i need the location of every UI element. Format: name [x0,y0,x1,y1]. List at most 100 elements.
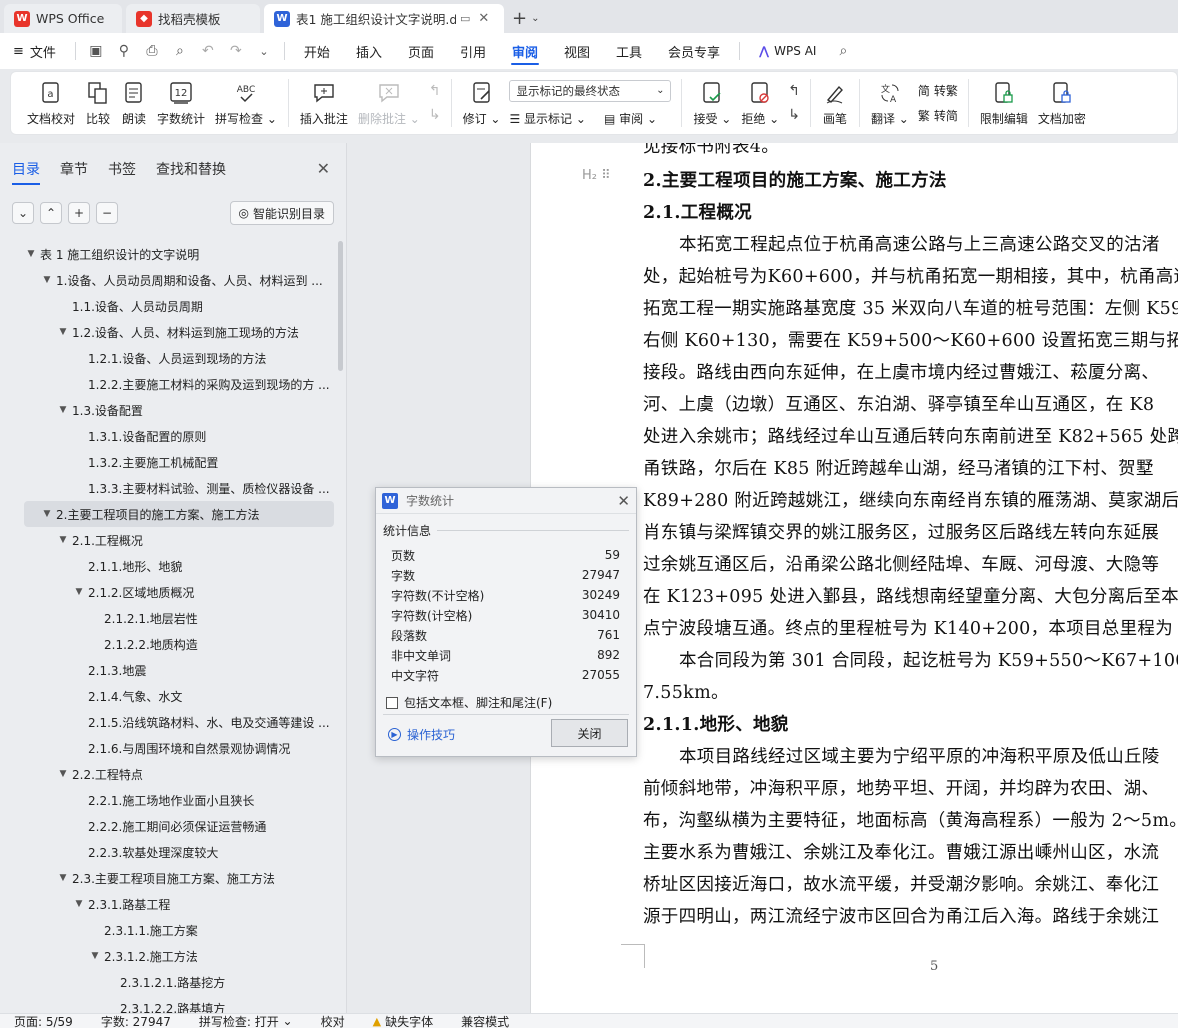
menu-insert[interactable]: 插入 [343,33,395,69]
close-icon[interactable]: ✕ [617,492,630,510]
spell-check-status[interactable]: 拼写检查: 打开 ⌄ [185,1013,307,1028]
tab-document[interactable]: W 表1 施工组织设计文字说明.do ▭ ✕ [264,4,504,33]
close-button[interactable]: 关闭 [551,719,628,747]
caret-down-icon[interactable]: ▼ [56,873,70,883]
save-icon[interactable]: ▣ [84,39,108,63]
add-heading-button[interactable]: + [68,202,90,224]
caret-down-icon[interactable]: ▼ [88,951,102,961]
print-preview-icon[interactable]: ⌕ [168,39,192,63]
caret-down-icon[interactable]: ▼ [72,899,86,909]
toc-item[interactable]: ▼ 表 1 施工组织设计的文字说明 [24,241,334,267]
include-textbox-checkbox[interactable]: 包括文本框、脚注和尾注(F) [386,694,552,711]
toc-item[interactable]: ▼ 2.主要工程项目的施工方案、施工方法 [24,501,334,527]
toc-item[interactable]: ▼1.1.设备、人员动员周期 [24,293,334,319]
previous-revision-icon[interactable]: ↰ [788,83,800,99]
next-comment-icon[interactable]: ↳ [429,107,441,123]
menu-tools[interactable]: 工具 [603,33,655,69]
tab-wps-office[interactable]: W WPS Office [4,4,122,33]
menu-member[interactable]: 会员专享 [655,33,733,69]
insert-comment-button[interactable]: 插入批注 [295,73,353,133]
reject-button[interactable]: 拒绝 ⌄ [736,73,784,133]
scrollbar[interactable] [338,241,343,371]
toc-item[interactable]: ▼ 1.设备、人员动员周期和设备、人员、材料运到 ... [24,267,334,293]
toc-item[interactable]: ▼ 2.3.1.路基工程 [24,891,334,917]
menu-view[interactable]: 视图 [551,33,603,69]
markup-state-select[interactable]: 显示标记的最终状态 ⌄ [509,79,672,102]
read-aloud-button[interactable]: 朗读 [116,73,152,133]
toc-item[interactable]: ▼2.1.3.地震 [24,657,334,683]
more-chevron-icon[interactable]: ⌄ [252,39,276,63]
toc-item[interactable]: ▼1.3.3.主要材料试验、测量、质检仪器设备 ... [24,475,334,501]
previous-comment-icon[interactable]: ↰ [429,83,441,99]
toc-item[interactable]: ▼2.1.4.气象、水文 [24,683,334,709]
translate-button[interactable]: 文A 翻译 ⌄ [866,73,914,133]
caret-down-icon[interactable]: ▼ [56,405,70,415]
tab-toc[interactable]: 目录 [12,159,40,185]
caret-down-icon[interactable]: ▼ [40,275,54,285]
toc-item[interactable]: ▼ 1.2.设备、人员、材料运到施工现场的方法 [24,319,334,345]
share-icon[interactable]: ⚲ [112,39,136,63]
search-icon[interactable]: ⌕ [831,39,855,63]
new-tab-button[interactable]: + ⌄ [504,4,547,33]
caret-down-icon[interactable]: ▼ [24,249,38,259]
toc-item[interactable]: ▼2.3.1.2.1.路基挖方 [24,969,334,995]
menu-review[interactable]: 审阅 [499,33,551,69]
encrypt-button[interactable]: 文档加密 [1033,73,1091,133]
drag-handle-icon[interactable]: ⠿ [601,168,611,183]
toc-item[interactable]: ▼ 2.1.2.区域地质概况 [24,579,334,605]
remove-heading-button[interactable]: − [96,202,118,224]
toc-item[interactable]: ▼1.2.1.设备、人员运到现场的方法 [24,345,334,371]
tab-chapters[interactable]: 章节 [60,159,88,185]
accept-button[interactable]: 接受 ⌄ [688,73,736,133]
toc-item[interactable]: ▼2.1.2.1.地层岩性 [24,605,334,631]
menu-reference[interactable]: 引用 [447,33,499,69]
toc-item[interactable]: ▼2.2.2.施工期间必须保证运营畅通 [24,813,334,839]
toc-item[interactable]: ▼2.1.2.2.地质构造 [24,631,334,657]
caret-down-icon[interactable]: ▼ [56,535,70,545]
compare-button[interactable]: 比较 [80,73,116,133]
caret-down-icon[interactable]: ▼ [56,769,70,779]
doc-check-button[interactable]: a 文档校对 [11,73,80,133]
revise-button[interactable]: 修订 ⌄ [458,73,506,133]
to-traditional-button[interactable]: 简 转繁 [918,82,958,99]
smart-toc-button[interactable]: ◎ 智能识别目录 [229,201,334,225]
close-icon[interactable]: ✕ [317,159,330,178]
heading-level-marker[interactable]: H₂ ⠿ [582,168,611,183]
close-tab-icon[interactable]: ✕ [478,11,489,26]
expand-button[interactable]: ⌃ [40,202,62,224]
toc-item[interactable]: ▼ 1.3.设备配置 [24,397,334,423]
toc-item[interactable]: ▼1.3.1.设备配置的原则 [24,423,334,449]
toc-item[interactable]: ▼2.2.1.施工场地作业面小且狭长 [24,787,334,813]
toc-item[interactable]: ▼ 2.1.工程概况 [24,527,334,553]
tips-link[interactable]: ▶ 操作技巧 [388,726,455,743]
restrict-edit-button[interactable]: 限制编辑 [975,73,1033,133]
toc-item[interactable]: ▼2.2.3.软基处理深度较大 [24,839,334,865]
redo-icon[interactable]: ↷ [224,39,248,63]
file-menu[interactable]: ≡ 文件 [0,33,69,69]
tab-bookmarks[interactable]: 书签 [108,159,136,185]
toc-item[interactable]: ▼ 2.2.工程特点 [24,761,334,787]
ink-button[interactable]: 画笔 [817,73,853,133]
word-count-button[interactable]: 12 字数统计 [152,73,210,133]
caret-down-icon[interactable]: ▼ [72,587,86,597]
print-icon[interactable]: ⎙ [140,39,164,63]
toc-item[interactable]: ▼ 2.3.主要工程项目施工方案、施工方法 [24,865,334,891]
toc-item[interactable]: ▼2.1.6.与周围环境和自然景观协调情况 [24,735,334,761]
delete-comment-button[interactable]: 删除批注 ⌄ [353,73,425,133]
show-markup-button[interactable]: ☰ 显示标记 ⌄ [509,110,585,127]
menu-home[interactable]: 开始 [291,33,343,69]
word-count-indicator[interactable]: 字数: 27947 [87,1013,185,1028]
toc-item[interactable]: ▼2.1.1.地形、地貌 [24,553,334,579]
toc-item[interactable]: ▼2.3.1.1.施工方案 [24,917,334,943]
toc-item[interactable]: ▼1.2.2.主要施工材料的采购及运到现场的方 ... [24,371,334,397]
to-simplified-button[interactable]: 繁 转简 [918,107,958,124]
spell-check-button[interactable]: ABC 拼写检查 ⌄ [210,73,282,133]
caret-down-icon[interactable]: ▼ [56,327,70,337]
toc-item[interactable]: ▼2.1.5.沿线筑路材料、水、电及交通等建设 ... [24,709,334,735]
tab-find-replace[interactable]: 查找和替换 [156,159,226,185]
caret-down-icon[interactable]: ▼ [40,509,54,519]
page-indicator[interactable]: 页面: 5/59 [0,1013,87,1028]
monitor-icon[interactable]: ▭ [460,12,470,25]
tab-docer-templates[interactable]: ◆ 找稻壳模板 [126,4,260,33]
toc-item[interactable]: ▼1.3.2.主要施工机械配置 [24,449,334,475]
